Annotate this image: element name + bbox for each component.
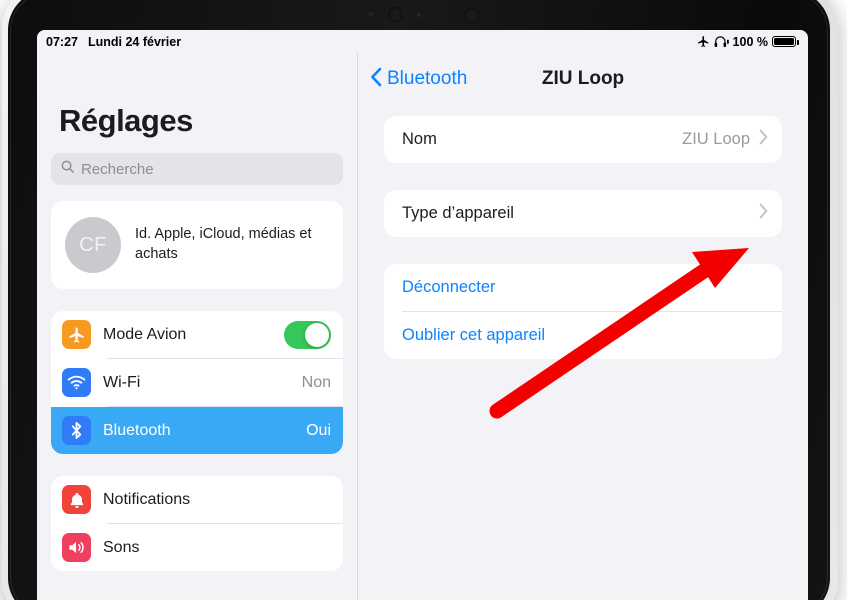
back-label: Bluetooth [387, 68, 468, 89]
row-deconnecter[interactable]: Déconnecter [384, 264, 782, 311]
sidebar-item-bluetooth[interactable]: Bluetooth Oui [51, 407, 343, 454]
device-actions-card: Déconnecter Oublier cet appareil [384, 264, 782, 359]
tablet-screen: 07:27 Lundi 24 février 100 % Réglages Re… [37, 30, 808, 600]
chevron-right-icon [759, 129, 768, 150]
detail-body: Nom ZIU Loop Type d’appareil Déconnecter… [358, 116, 808, 359]
battery-percent-label: 100 % [732, 34, 768, 49]
sidebar-item-label: Sons [103, 538, 140, 556]
status-bar: 07:27 Lundi 24 février 100 % [37, 30, 808, 53]
airplane-icon [697, 35, 710, 48]
sidebar-group-connectivity: Mode Avion Wi-Fi Non Bluetooth Oui [51, 311, 343, 454]
row-nom-label: Nom [402, 130, 437, 148]
status-bar-left: 07:27 Lundi 24 février [46, 35, 181, 49]
device-name-card: Nom ZIU Loop [384, 116, 782, 163]
chevron-right-icon [759, 203, 768, 224]
front-indicator-icon [416, 12, 422, 18]
front-camera-icon [388, 7, 403, 22]
row-oublier-appareil[interactable]: Oublier cet appareil [384, 312, 782, 359]
airplane-mode-toggle[interactable] [284, 320, 331, 349]
sidebar-item-sons[interactable]: Sons [51, 524, 343, 571]
search-icon [60, 159, 75, 179]
battery-icon [772, 36, 799, 47]
bluetooth-icon [62, 416, 91, 445]
sidebar-item-value: Oui [306, 421, 331, 439]
back-button[interactable]: Bluetooth [370, 67, 467, 92]
front-sensor-icon [366, 10, 375, 19]
row-type-appareil[interactable]: Type d’appareil [384, 190, 782, 237]
settings-sidebar: Réglages Recherche CF Id. Apple, iCloud,… [37, 53, 358, 600]
search-placeholder: Recherche [81, 160, 154, 178]
split-view: Réglages Recherche CF Id. Apple, iCloud,… [37, 53, 808, 600]
row-nom-value: ZIU Loop [682, 130, 750, 148]
disconnect-label: Déconnecter [402, 278, 496, 296]
sidebar-item-label: Wi-Fi [103, 373, 141, 391]
airplane-icon [62, 320, 91, 349]
sidebar-item-label: Bluetooth [103, 421, 171, 439]
headphones-battery-icon [714, 35, 729, 48]
status-time: 07:27 [46, 34, 78, 49]
sidebar-item-wi-fi[interactable]: Wi-Fi Non [51, 359, 343, 406]
row-nom[interactable]: Nom ZIU Loop [384, 116, 782, 163]
page-title: Réglages [59, 103, 193, 138]
front-depth-sensor-icon [464, 8, 479, 23]
avatar: CF [65, 217, 121, 273]
sidebar-item-notifications[interactable]: Notifications [51, 476, 343, 523]
device-type-card: Type d’appareil [384, 190, 782, 237]
speaker-icon [62, 533, 91, 562]
apple-account-card[interactable]: CF Id. Apple, iCloud, médias et achats [51, 201, 343, 289]
row-type-appareil-label: Type d’appareil [402, 204, 514, 222]
status-bar-right: 100 % [697, 34, 799, 49]
sidebar-item-label: Notifications [103, 490, 191, 508]
bell-icon [62, 485, 91, 514]
sidebar-item-mode-avion[interactable]: Mode Avion [51, 311, 343, 358]
navigation-bar: Bluetooth ZIU Loop [358, 53, 808, 105]
sidebar-item-value: Non [301, 373, 331, 391]
search-input[interactable]: Recherche [51, 153, 343, 185]
chevron-left-icon [370, 67, 382, 92]
forget-device-label: Oublier cet appareil [402, 326, 546, 344]
status-date: Lundi 24 février [87, 34, 182, 49]
detail-pane: Bluetooth ZIU Loop Nom ZIU Loop Type d’a… [358, 53, 808, 600]
sidebar-group-notifications: Notifications Sons [51, 476, 343, 571]
sidebar-item-label: Mode Avion [103, 325, 187, 343]
account-subtitle: Id. Apple, iCloud, médias et achats [135, 226, 312, 262]
wifi-icon [62, 368, 91, 397]
